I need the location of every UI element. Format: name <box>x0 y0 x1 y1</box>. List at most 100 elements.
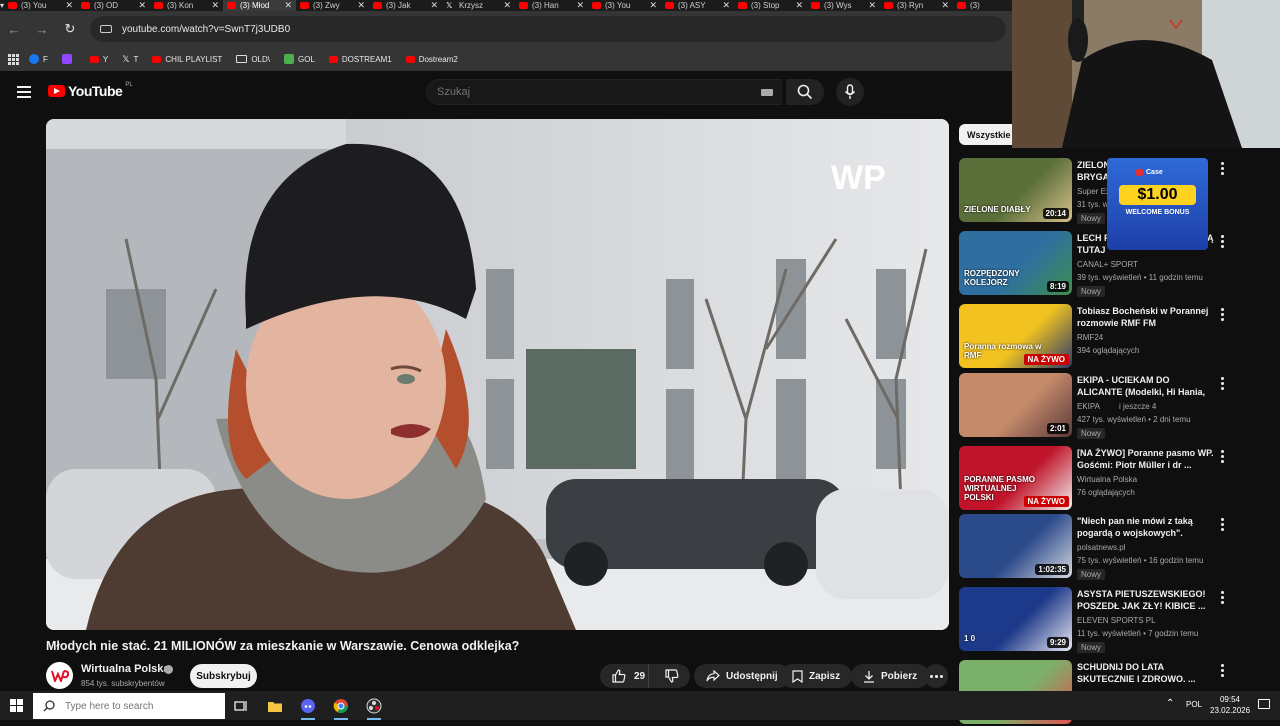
recommendation-thumbnail[interactable]: 1:02:35 <box>959 514 1072 578</box>
dislike-button[interactable] <box>655 664 690 688</box>
more-vert-icon[interactable] <box>1221 308 1225 321</box>
taskbar-search-box[interactable] <box>33 693 225 719</box>
tab-close-icon[interactable]: ✕ <box>722 0 730 11</box>
channel-name[interactable]: Wirtualna Polska <box>81 663 170 675</box>
tab-close-icon[interactable]: ✕ <box>138 0 146 11</box>
search-button[interactable] <box>786 79 824 105</box>
browser-tab[interactable]: (3) Stop ✕ <box>734 0 807 11</box>
tab-label: (3) Jak <box>386 1 411 10</box>
bookmark-item[interactable]: OLD\ <box>236 54 270 65</box>
share-button[interactable]: Udostępnij <box>694 664 790 688</box>
bookmark-item[interactable]: Y <box>89 54 108 65</box>
notification-icon[interactable] <box>1258 699 1270 709</box>
more-vert-icon[interactable] <box>1221 162 1225 175</box>
search-input[interactable] <box>437 86 757 98</box>
like-button[interactable]: 29 <box>600 664 649 688</box>
browser-tab[interactable]: (3) ASY ✕ <box>661 0 734 11</box>
recommendation-thumbnail[interactable]: 2:01 <box>959 373 1072 437</box>
channel-avatar[interactable] <box>46 662 73 689</box>
keyboard-icon[interactable] <box>761 88 773 96</box>
discord-icon[interactable] <box>297 695 319 720</box>
reload-button[interactable]: ↻ <box>62 21 78 37</box>
browser-tab[interactable]: (3) Zwy ✕ <box>296 0 369 11</box>
facebook-icon <box>29 54 39 64</box>
browser-tab[interactable]: (3) Han ✕ <box>515 0 588 11</box>
browser-tab[interactable]: (3)✕ <box>953 0 1012 11</box>
tab-close-icon[interactable]: ✕ <box>284 0 292 11</box>
bookmark-item[interactable]: DOSTREAM1 <box>328 54 392 65</box>
bookmark-item[interactable] <box>61 54 76 65</box>
video-player[interactable]: WP <box>46 119 949 630</box>
chrome-icon[interactable] <box>330 695 352 720</box>
save-button[interactable]: Zapisz <box>780 664 853 688</box>
obs-icon[interactable] <box>363 695 385 720</box>
tab-close-icon[interactable]: ✕ <box>430 0 438 11</box>
bookmark-label: T <box>133 54 139 64</box>
recommendation-item[interactable]: 1 0 9:29 ASYSTA PIETUSZEWSKIEGO! POSZEDŁ J… <box>959 587 1280 653</box>
voice-search-button[interactable] <box>836 78 864 106</box>
taskbar-search-input[interactable] <box>65 700 215 712</box>
youtube-favicon-icon <box>811 2 821 9</box>
streamer-webcam-overlay <box>1012 0 1280 148</box>
browser-tab[interactable]: (3) You ✕ <box>4 0 77 11</box>
recommendation-item[interactable]: 2:01 EKIPA - UCIEKAM DO ALICANTE (Modelki… <box>959 373 1280 439</box>
browser-tab[interactable]: (3) OD ✕ <box>77 0 150 11</box>
more-vert-icon[interactable] <box>1221 450 1225 463</box>
tab-close-icon[interactable]: ✕ <box>211 0 219 11</box>
tab-close-icon[interactable]: ✕ <box>649 0 657 11</box>
language-indicator[interactable]: POL <box>1186 700 1202 709</box>
tray-chevron-up-icon[interactable]: ⌃ <box>1166 698 1174 709</box>
thumbs-up-icon <box>612 669 626 683</box>
back-button[interactable]: ← <box>6 22 22 37</box>
bookmark-item[interactable]: CHIL PLAYLIST <box>152 54 222 65</box>
bookmark-item[interactable]: Dostream2 <box>405 54 458 65</box>
subscribe-button[interactable]: Subskrybuj <box>190 664 257 688</box>
recommendation-thumbnail[interactable]: Poranna rozmowa w RMF NA ŻYWO <box>959 304 1072 368</box>
tab-close-icon[interactable]: ✕ <box>941 0 949 11</box>
file-explorer-icon[interactable] <box>264 695 286 717</box>
browser-tab[interactable]: (3) You ✕ <box>588 0 661 11</box>
windows-start-icon[interactable] <box>10 699 23 712</box>
url-text[interactable]: youtube.com/watch?v=SwnT7j3UDB0 <box>122 24 290 35</box>
recommendation-thumbnail[interactable]: ZIELONE DIABŁY 20:14 <box>959 158 1072 222</box>
youtube-logo[interactable]: YouTube PL <box>48 82 133 99</box>
search-icon <box>797 84 813 100</box>
task-view-icon[interactable] <box>230 695 252 717</box>
tab-close-icon[interactable]: ✕ <box>868 0 876 11</box>
more-vert-icon[interactable] <box>1221 664 1225 677</box>
browser-tab[interactable]: (3) Młod ✕ <box>223 0 297 11</box>
bookmark-item[interactable]: 𝕏T <box>122 54 138 65</box>
recommendation-item[interactable]: PORANNE PASMO WIRTUALNEJ POLSKI NA ŻYWO [N… <box>959 446 1280 512</box>
recommendation-title: SCHUDNIJ DO LATA SKUTECZNIE I ZDROWO. ..… <box>1077 662 1196 684</box>
recommendation-item[interactable]: 1:02:35 "Niech pan nie mówi z taką pogard… <box>959 514 1280 580</box>
browser-tab[interactable]: 𝕏 Krzysz ✕ <box>442 0 515 11</box>
browser-tab[interactable]: (3) Jak ✕ <box>369 0 442 11</box>
hamburger-menu-icon[interactable] <box>17 86 31 98</box>
forward-button[interactable]: → <box>34 22 50 37</box>
more-vert-icon[interactable] <box>1221 518 1225 531</box>
more-vert-icon[interactable] <box>1221 235 1225 248</box>
more-actions-button[interactable] <box>924 664 948 688</box>
recommendation-thumbnail[interactable]: ROZPĘDZONY KOLEJORZ 8:19 <box>959 231 1072 295</box>
tab-close-icon[interactable]: ✕ <box>795 0 803 11</box>
url-field[interactable]: youtube.com/watch?v=SwnT7j3UDB0 <box>90 16 1006 42</box>
tab-close-icon[interactable]: ✕ <box>503 0 511 11</box>
browser-tab[interactable]: (3) Kon ✕ <box>150 0 223 11</box>
bookmark-item[interactable]: F <box>29 54 48 65</box>
recommendation-item[interactable]: Poranna rozmowa w RMF NA ŻYWO Tobiasz Boch… <box>959 304 1280 370</box>
recommendation-thumbnail[interactable]: PORANNE PASMO WIRTUALNEJ POLSKI NA ŻYWO <box>959 446 1072 510</box>
browser-tab[interactable]: (3) Ryn ✕ <box>880 0 953 11</box>
tab-close-icon[interactable]: ✕ <box>576 0 584 11</box>
tab-close-icon[interactable]: ✕ <box>357 0 365 11</box>
clock[interactable]: 09:54 23.02.2026 <box>1210 694 1250 716</box>
apps-button[interactable] <box>8 53 19 65</box>
recommendation-thumbnail[interactable]: 1 0 9:29 <box>959 587 1072 651</box>
filter-chip-all[interactable]: Wszystkie <box>959 124 1017 145</box>
browser-tab[interactable]: (3) Wys ✕ <box>807 0 880 11</box>
more-vert-icon[interactable] <box>1221 377 1225 390</box>
tab-close-icon[interactable]: ✕ <box>65 0 73 11</box>
download-button[interactable]: Pobierz <box>851 664 930 688</box>
site-info-icon[interactable] <box>100 25 112 33</box>
more-vert-icon[interactable] <box>1221 591 1225 604</box>
bookmark-item[interactable]: GOL <box>283 54 315 65</box>
